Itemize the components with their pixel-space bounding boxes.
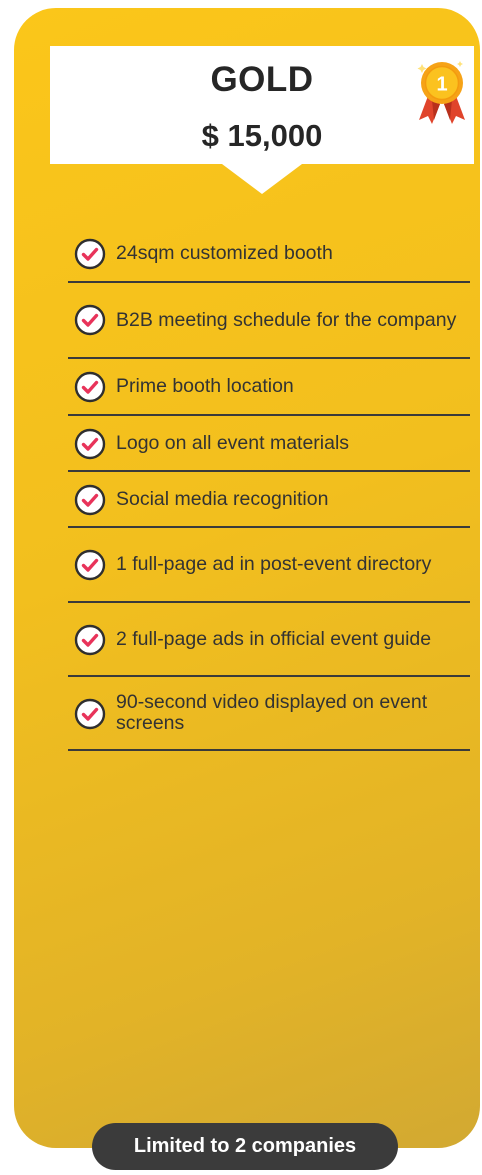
plan-name: GOLD xyxy=(210,60,314,99)
check-circle-icon xyxy=(74,484,106,516)
check-circle-icon xyxy=(74,698,106,730)
feature-item: 2 full-page ads in official event guide xyxy=(68,603,470,677)
feature-label: Prime booth location xyxy=(116,375,294,397)
feature-label: Social media recognition xyxy=(116,487,329,510)
feature-label: 24sqm customized booth xyxy=(116,241,333,264)
feature-item: 1 full-page ad in post-event directory xyxy=(68,528,470,603)
feature-item: Logo on all event materials xyxy=(68,416,470,472)
feature-label: Logo on all event materials xyxy=(116,431,350,454)
limit-badge: Limited to 2 companies xyxy=(92,1123,398,1170)
pricing-card-gold: GOLD $ 15,000 1 24sqm customized booth B… xyxy=(14,8,480,1148)
feature-item: Social media recognition xyxy=(68,472,470,528)
plan-header-banner: GOLD $ 15,000 xyxy=(50,46,474,194)
gold-medal-icon: 1 xyxy=(417,61,465,124)
feature-item: 90-second video displayed on event scree… xyxy=(68,677,470,751)
check-circle-icon xyxy=(74,624,106,656)
check-circle-icon xyxy=(74,371,106,403)
feature-label: B2B meeting schedule for the company xyxy=(116,308,457,331)
feature-list: 24sqm customized booth B2B meeting sched… xyxy=(68,225,470,751)
plan-price: $ 15,000 xyxy=(201,118,323,153)
check-circle-icon xyxy=(74,428,106,460)
check-circle-icon xyxy=(74,549,106,581)
feature-item: 24sqm customized booth xyxy=(68,225,470,283)
feature-item: B2B meeting schedule for the company xyxy=(68,283,470,359)
check-circle-icon xyxy=(74,238,106,270)
check-circle-icon xyxy=(74,304,106,336)
feature-label: 1 full-page ad in post-event directory xyxy=(116,553,432,575)
feature-label: 2 full-page ads in official event guide xyxy=(116,627,432,650)
medal-number: 1 xyxy=(436,74,447,96)
feature-item: Prime booth location xyxy=(68,359,470,416)
feature-label: 90-second video displayed on event scree… xyxy=(116,691,428,734)
